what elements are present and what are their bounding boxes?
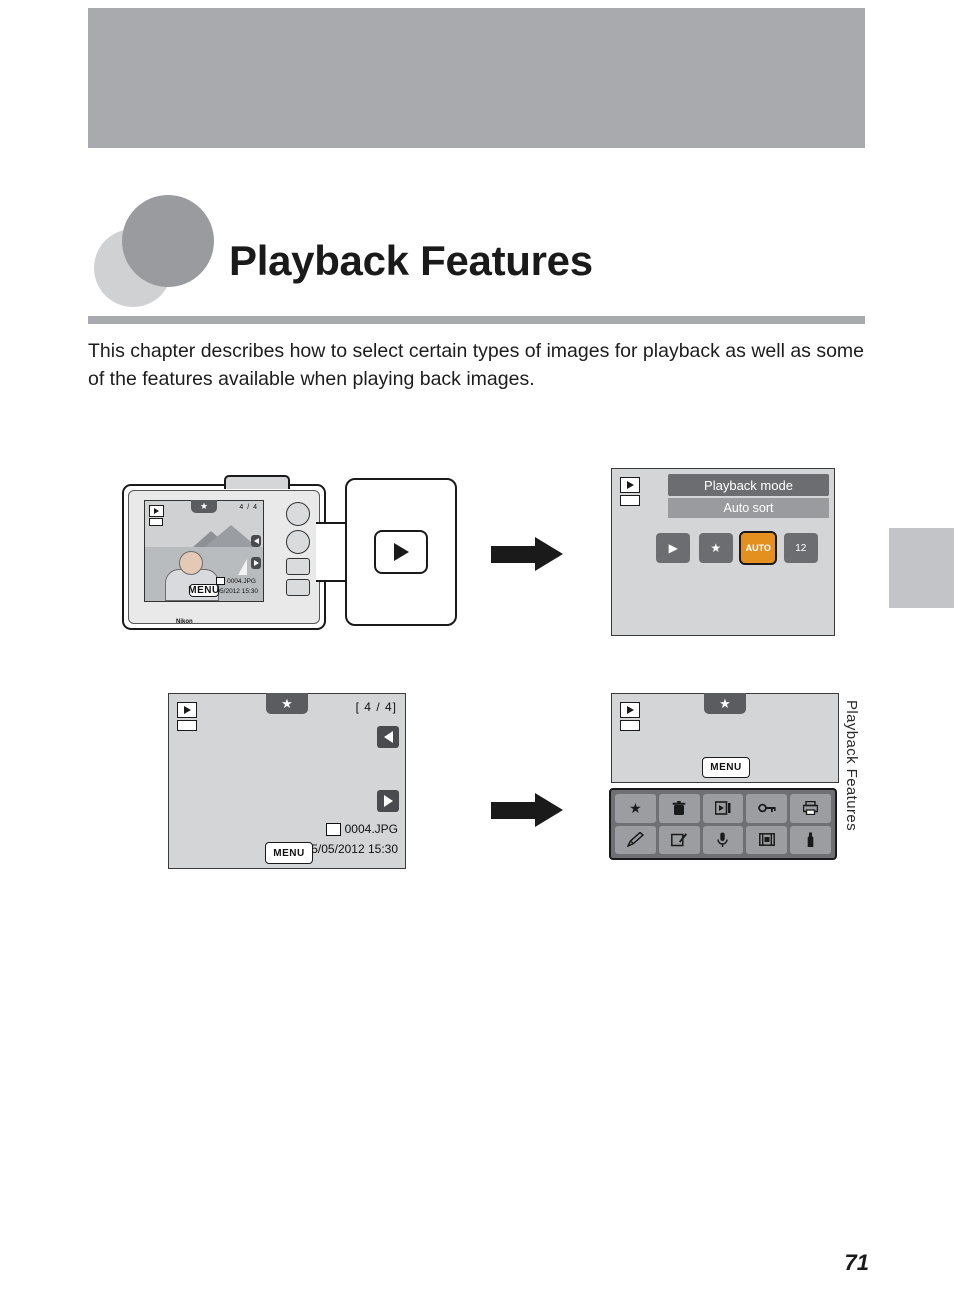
- camera-menu-hw-button: [286, 579, 310, 596]
- option-setup[interactable]: [790, 825, 831, 854]
- image-counter: [ 4 / 4]: [355, 700, 397, 714]
- playback-mode-selected: Auto sort: [668, 498, 829, 518]
- protect-icon: [757, 803, 776, 813]
- setup-icon: [807, 832, 814, 847]
- playback-icon: [177, 702, 197, 718]
- option-print-order[interactable]: [790, 794, 831, 823]
- menu-button-label: MENU: [710, 762, 742, 773]
- camera-brand: Nikon: [176, 619, 193, 625]
- intro-paragraph: This chapter describes how to select cer…: [88, 340, 865, 390]
- camera-lcd: ★ 4 / 4 0004.JPG 15/05/2012 15:30 MENU: [144, 500, 264, 602]
- flow-arrow-1: [491, 537, 563, 571]
- icon-glyph: AUTO: [745, 543, 771, 553]
- icon-glyph: 12: [795, 542, 807, 554]
- battery-icon: [620, 720, 640, 731]
- playback-mode-icon-playback[interactable]: ▶: [656, 533, 691, 563]
- option-protect[interactable]: [746, 794, 788, 823]
- lcd-person-head: [179, 551, 203, 575]
- icon-glyph: ▶: [668, 541, 678, 555]
- menu-button[interactable]: MENU: [265, 842, 313, 864]
- option-voice-memo[interactable]: [702, 825, 744, 854]
- page-title: Playback Features: [229, 237, 593, 284]
- delete-icon: [672, 800, 686, 815]
- flow-arrow-2: [491, 793, 563, 827]
- option-small-picture[interactable]: [746, 825, 788, 854]
- playback-icon: [620, 702, 640, 718]
- section-tab: [889, 528, 954, 608]
- playback-mode-screen: Playback mode Auto sort ▶ ★ AUTO 12: [611, 468, 835, 636]
- file-icon: [325, 822, 341, 836]
- image-counter: 4 / 4: [239, 504, 258, 511]
- voice-memo-icon: [717, 832, 729, 847]
- image-file-name: 0004.JPG: [325, 822, 398, 836]
- icon-glyph: ★: [710, 541, 722, 555]
- favorites-tab-icon: ★: [704, 693, 746, 714]
- camera-multi-selector: [286, 530, 310, 554]
- callout-box: [345, 478, 457, 626]
- camera-file-name: 0004.JPG: [216, 577, 256, 585]
- menu-button-label: MENU: [273, 847, 305, 859]
- lcd-boat-icon: [238, 559, 247, 575]
- favorites-icon: ★: [629, 799, 642, 816]
- option-favorites[interactable]: ★: [615, 794, 656, 823]
- option-delete[interactable]: [658, 794, 700, 823]
- lcd-mountain-icon: [205, 525, 257, 547]
- glamour-retouch-icon: [671, 833, 688, 847]
- page-number: 71: [844, 1250, 869, 1275]
- playback-mode-title: Playback mode: [668, 474, 829, 496]
- camera-zoom-button: [286, 502, 310, 526]
- left-arrow-icon[interactable]: [377, 726, 399, 748]
- file-icon: [216, 577, 226, 585]
- camera-top-bump: [224, 475, 290, 489]
- print-order-icon: [803, 801, 819, 816]
- playback-icon: [620, 477, 640, 493]
- small-picture-icon: [758, 833, 775, 847]
- battery-icon: [620, 495, 640, 506]
- favorites-tab-icon: ★: [266, 693, 308, 714]
- right-arrow-icon: [251, 557, 261, 569]
- option-glamour-retouch[interactable]: [658, 825, 700, 854]
- camera-file-name-text: 0004.JPG: [227, 577, 256, 585]
- camera-menu-label: MENU: [188, 585, 220, 596]
- playback-mode-icon-row: ▶ ★ AUTO 12: [652, 529, 822, 567]
- quick-retouch-icon: [626, 832, 644, 848]
- document-page: Playback Features This chapter describes…: [0, 0, 954, 1314]
- section-tab-label: Playback Features: [843, 700, 860, 832]
- playback-mode-icon-favorites[interactable]: ★: [698, 533, 733, 563]
- playback-mode-icon-auto-sort[interactable]: AUTO: [739, 531, 778, 565]
- title-divider: [88, 316, 865, 324]
- slide-show-icon: [714, 801, 731, 816]
- camera-button-column: [286, 502, 310, 600]
- image-file-name-text: 0004.JPG: [344, 822, 398, 836]
- playback-options-screen: ★ MENU: [611, 693, 839, 783]
- left-arrow-icon: [251, 535, 261, 547]
- top-banner: [88, 8, 865, 148]
- camera-delete-button: [286, 558, 310, 575]
- option-quick-retouch[interactable]: [615, 825, 656, 854]
- battery-icon: [149, 518, 163, 526]
- playback-button-icon: [374, 530, 428, 574]
- right-arrow-icon[interactable]: [377, 790, 399, 812]
- menu-button[interactable]: MENU: [702, 757, 750, 778]
- option-slide-show[interactable]: [702, 794, 744, 823]
- camera-illustration: ★ 4 / 4 0004.JPG 15/05/2012 15:30 MENU N…: [122, 475, 326, 630]
- camera-menu-button: MENU: [188, 584, 220, 597]
- favorites-tab-icon: ★: [191, 500, 217, 513]
- decorative-circle-dark: [122, 195, 214, 287]
- playback-icon: [149, 505, 164, 517]
- image-playback-screen: ★ [ 4 / 4] 0004.JPG 15/05/2012 15:30 MEN…: [168, 693, 406, 869]
- playback-mode-icon-list-by-date[interactable]: 12: [783, 533, 818, 563]
- battery-icon: [177, 720, 197, 731]
- playback-options-panel: ★: [609, 788, 837, 860]
- image-date-time: 15/05/2012 15:30: [304, 842, 398, 856]
